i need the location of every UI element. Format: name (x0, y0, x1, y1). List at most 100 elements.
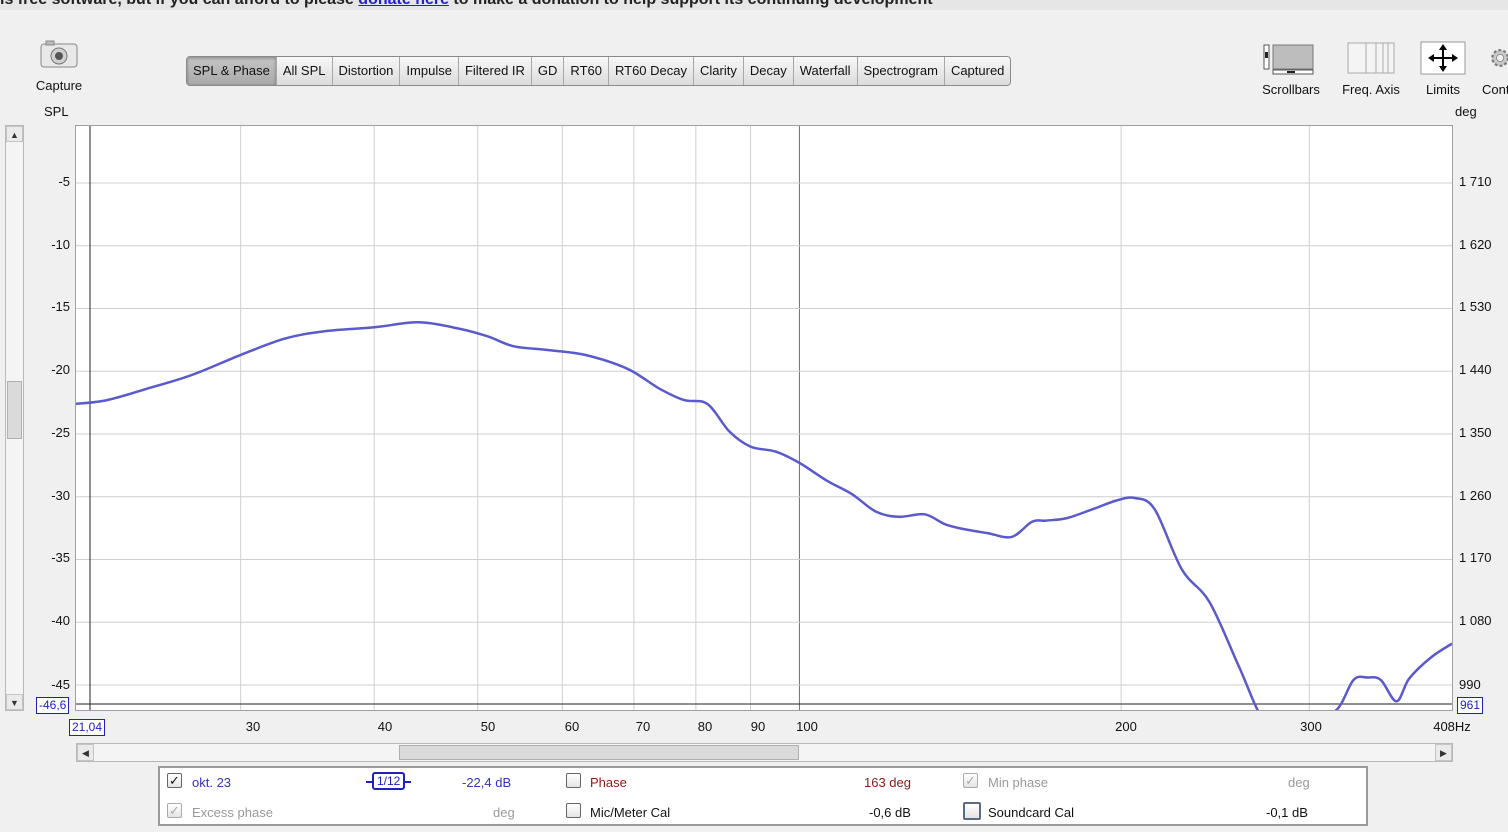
mic-meter-cal-label: Mic/Meter Cal (590, 805, 671, 820)
scrollbars-button[interactable]: Scrollbars (1256, 40, 1326, 97)
limits-button[interactable]: Limits (1414, 40, 1472, 97)
trace-visible-checkbox[interactable]: ✓ (167, 773, 182, 788)
limits-label: Limits (1426, 82, 1460, 97)
gear-icon (1491, 49, 1508, 67)
tab-gd[interactable]: GD (531, 57, 565, 85)
phase-readout: 163 deg (864, 775, 911, 790)
tab-impulse[interactable]: Impulse (400, 57, 459, 85)
scrollbars-label: Scrollbars (1262, 82, 1320, 97)
horizontal-scroll-thumb[interactable] (399, 745, 799, 760)
tab-filtered-ir[interactable]: Filtered IR (458, 57, 532, 85)
capture-label: Capture (35, 78, 83, 93)
y-tick-label: -15 (51, 299, 70, 314)
banner-text: is free software, but if you can afford … (0, 0, 933, 9)
tab-spectrogram[interactable]: Spectrogram (857, 57, 945, 85)
min-phase-unit: deg (1288, 775, 1310, 790)
donation-banner: is free software, but if you can afford … (0, 0, 1508, 10)
y-tick-label: -5 (58, 174, 70, 189)
trace-name: okt. 23 (192, 775, 232, 790)
horizontal-gridlines (76, 182, 1452, 686)
scrollbars-icon (1263, 44, 1314, 75)
y-tick-label: -45 (51, 677, 70, 692)
phase-checkbox[interactable] (566, 773, 581, 788)
excess-phase-label: Excess phase (192, 805, 273, 820)
y-tick-label: -25 (51, 425, 70, 440)
y-tick-label: -40 (51, 613, 70, 628)
camera-icon (40, 40, 78, 68)
x-tick-label: 50 (480, 719, 496, 734)
tab-all-spl[interactable]: All SPL (276, 57, 333, 85)
smoothing-value: 1/12 (372, 772, 406, 790)
excess-phase-checkbox[interactable]: ✓ (167, 803, 182, 818)
tab-waterfall[interactable]: Waterfall (793, 57, 858, 85)
trace-legend-panel: ✓ okt. 23 1/12 -22,4 dB Phase 163 deg ✓ … (158, 766, 1368, 826)
capture-button[interactable]: Capture (26, 40, 92, 93)
soundcard-cal-readout: -0,1 dB (1266, 805, 1308, 820)
excess-phase-unit: deg (493, 805, 515, 820)
y2-tick-label: 1 620 (1459, 237, 1492, 252)
x-tick-label: 80 (697, 719, 713, 734)
horizontal-scrollbar[interactable]: ◀ ▶ (76, 743, 1453, 762)
y2-tick-label: 1 530 (1459, 299, 1492, 314)
tab-captured[interactable]: Captured (944, 57, 1011, 85)
graph-tab-bar: SPL & Phase All SPL Distortion Impulse F… (186, 56, 1012, 86)
x-tick-label: 100 (796, 719, 818, 734)
freq-axis-button[interactable]: Freq. Axis (1336, 40, 1406, 97)
x-tick-label: 200 (1115, 719, 1137, 734)
y2-tick-label: 1 260 (1459, 488, 1492, 503)
banner-text-before: is free software, but if you can afford … (0, 0, 358, 8)
y2-tick-label: 1 350 (1459, 425, 1492, 440)
x-start-value-box[interactable]: 21,04 (69, 719, 106, 736)
y2-min-value-box[interactable]: 961 (1457, 697, 1484, 714)
scroll-up-arrow-icon[interactable]: ▲ (6, 126, 23, 142)
freq-axis-icon (1347, 42, 1395, 74)
x-tick-label: 300 (1300, 719, 1322, 734)
scroll-down-arrow-icon[interactable]: ▼ (6, 694, 23, 710)
tab-spl-phase[interactable]: SPL & Phase (187, 57, 277, 85)
y-min-value-box[interactable]: -46,6 (36, 697, 70, 714)
controls-label: Cont (1482, 82, 1508, 97)
vertical-scroll-thumb[interactable] (7, 381, 22, 439)
y2-tick-label: 990 (1459, 677, 1481, 692)
limits-icon (1420, 41, 1466, 75)
y2-tick-label: 1 440 (1459, 362, 1492, 377)
soundcard-cal-checkbox[interactable] (963, 802, 981, 820)
controls-button[interactable]: Cont (1480, 40, 1508, 97)
min-phase-checkbox[interactable]: ✓ (963, 773, 978, 788)
tab-rt60-decay[interactable]: RT60 Decay (608, 57, 694, 85)
x-tick-label: 90 (750, 719, 766, 734)
y2-tick-label: 1 170 (1459, 550, 1492, 565)
scroll-right-arrow-icon[interactable]: ▶ (1435, 744, 1452, 761)
x-end-label: 408Hz (1433, 719, 1471, 734)
mic-meter-cal-checkbox[interactable] (566, 803, 581, 818)
tab-clarity[interactable]: Clarity (694, 57, 744, 85)
y2-tick-label: 1 710 (1459, 174, 1492, 189)
mic-meter-cal-readout: -0,6 dB (869, 805, 911, 820)
y-tick-label: -30 (51, 488, 70, 503)
vertical-scrollbar[interactable]: ▲ ▼ (5, 125, 24, 711)
y2-tick-label: 1 080 (1459, 613, 1492, 628)
spl-curve (76, 321, 1452, 710)
donate-link[interactable]: donate here (358, 0, 449, 8)
right-axis-title: deg (1455, 104, 1477, 119)
y-tick-label: -35 (51, 550, 70, 565)
tab-rt60[interactable]: RT60 (564, 57, 609, 85)
smoothing-selector[interactable]: 1/12 (366, 772, 412, 790)
scroll-left-arrow-icon[interactable]: ◀ (77, 744, 94, 761)
x-tick-label: 30 (245, 719, 261, 734)
y-tick-label: -20 (51, 362, 70, 377)
spl-phase-graph[interactable] (75, 125, 1453, 711)
x-tick-label: 60 (564, 719, 580, 734)
x-tick-label: 70 (635, 719, 651, 734)
min-phase-label: Min phase (988, 775, 1048, 790)
phase-label: Phase (590, 775, 627, 790)
freq-axis-label: Freq. Axis (1342, 82, 1400, 97)
spl-readout: -22,4 dB (462, 775, 512, 790)
tab-decay[interactable]: Decay (743, 57, 794, 85)
left-axis-title: SPL (44, 104, 69, 119)
y-tick-label: -10 (51, 237, 70, 252)
banner-text-after: to make a donation to help support its c… (449, 0, 932, 8)
soundcard-cal-label: Soundcard Cal (988, 805, 1074, 820)
tab-distortion[interactable]: Distortion (332, 57, 401, 85)
x-tick-label: 40 (377, 719, 393, 734)
